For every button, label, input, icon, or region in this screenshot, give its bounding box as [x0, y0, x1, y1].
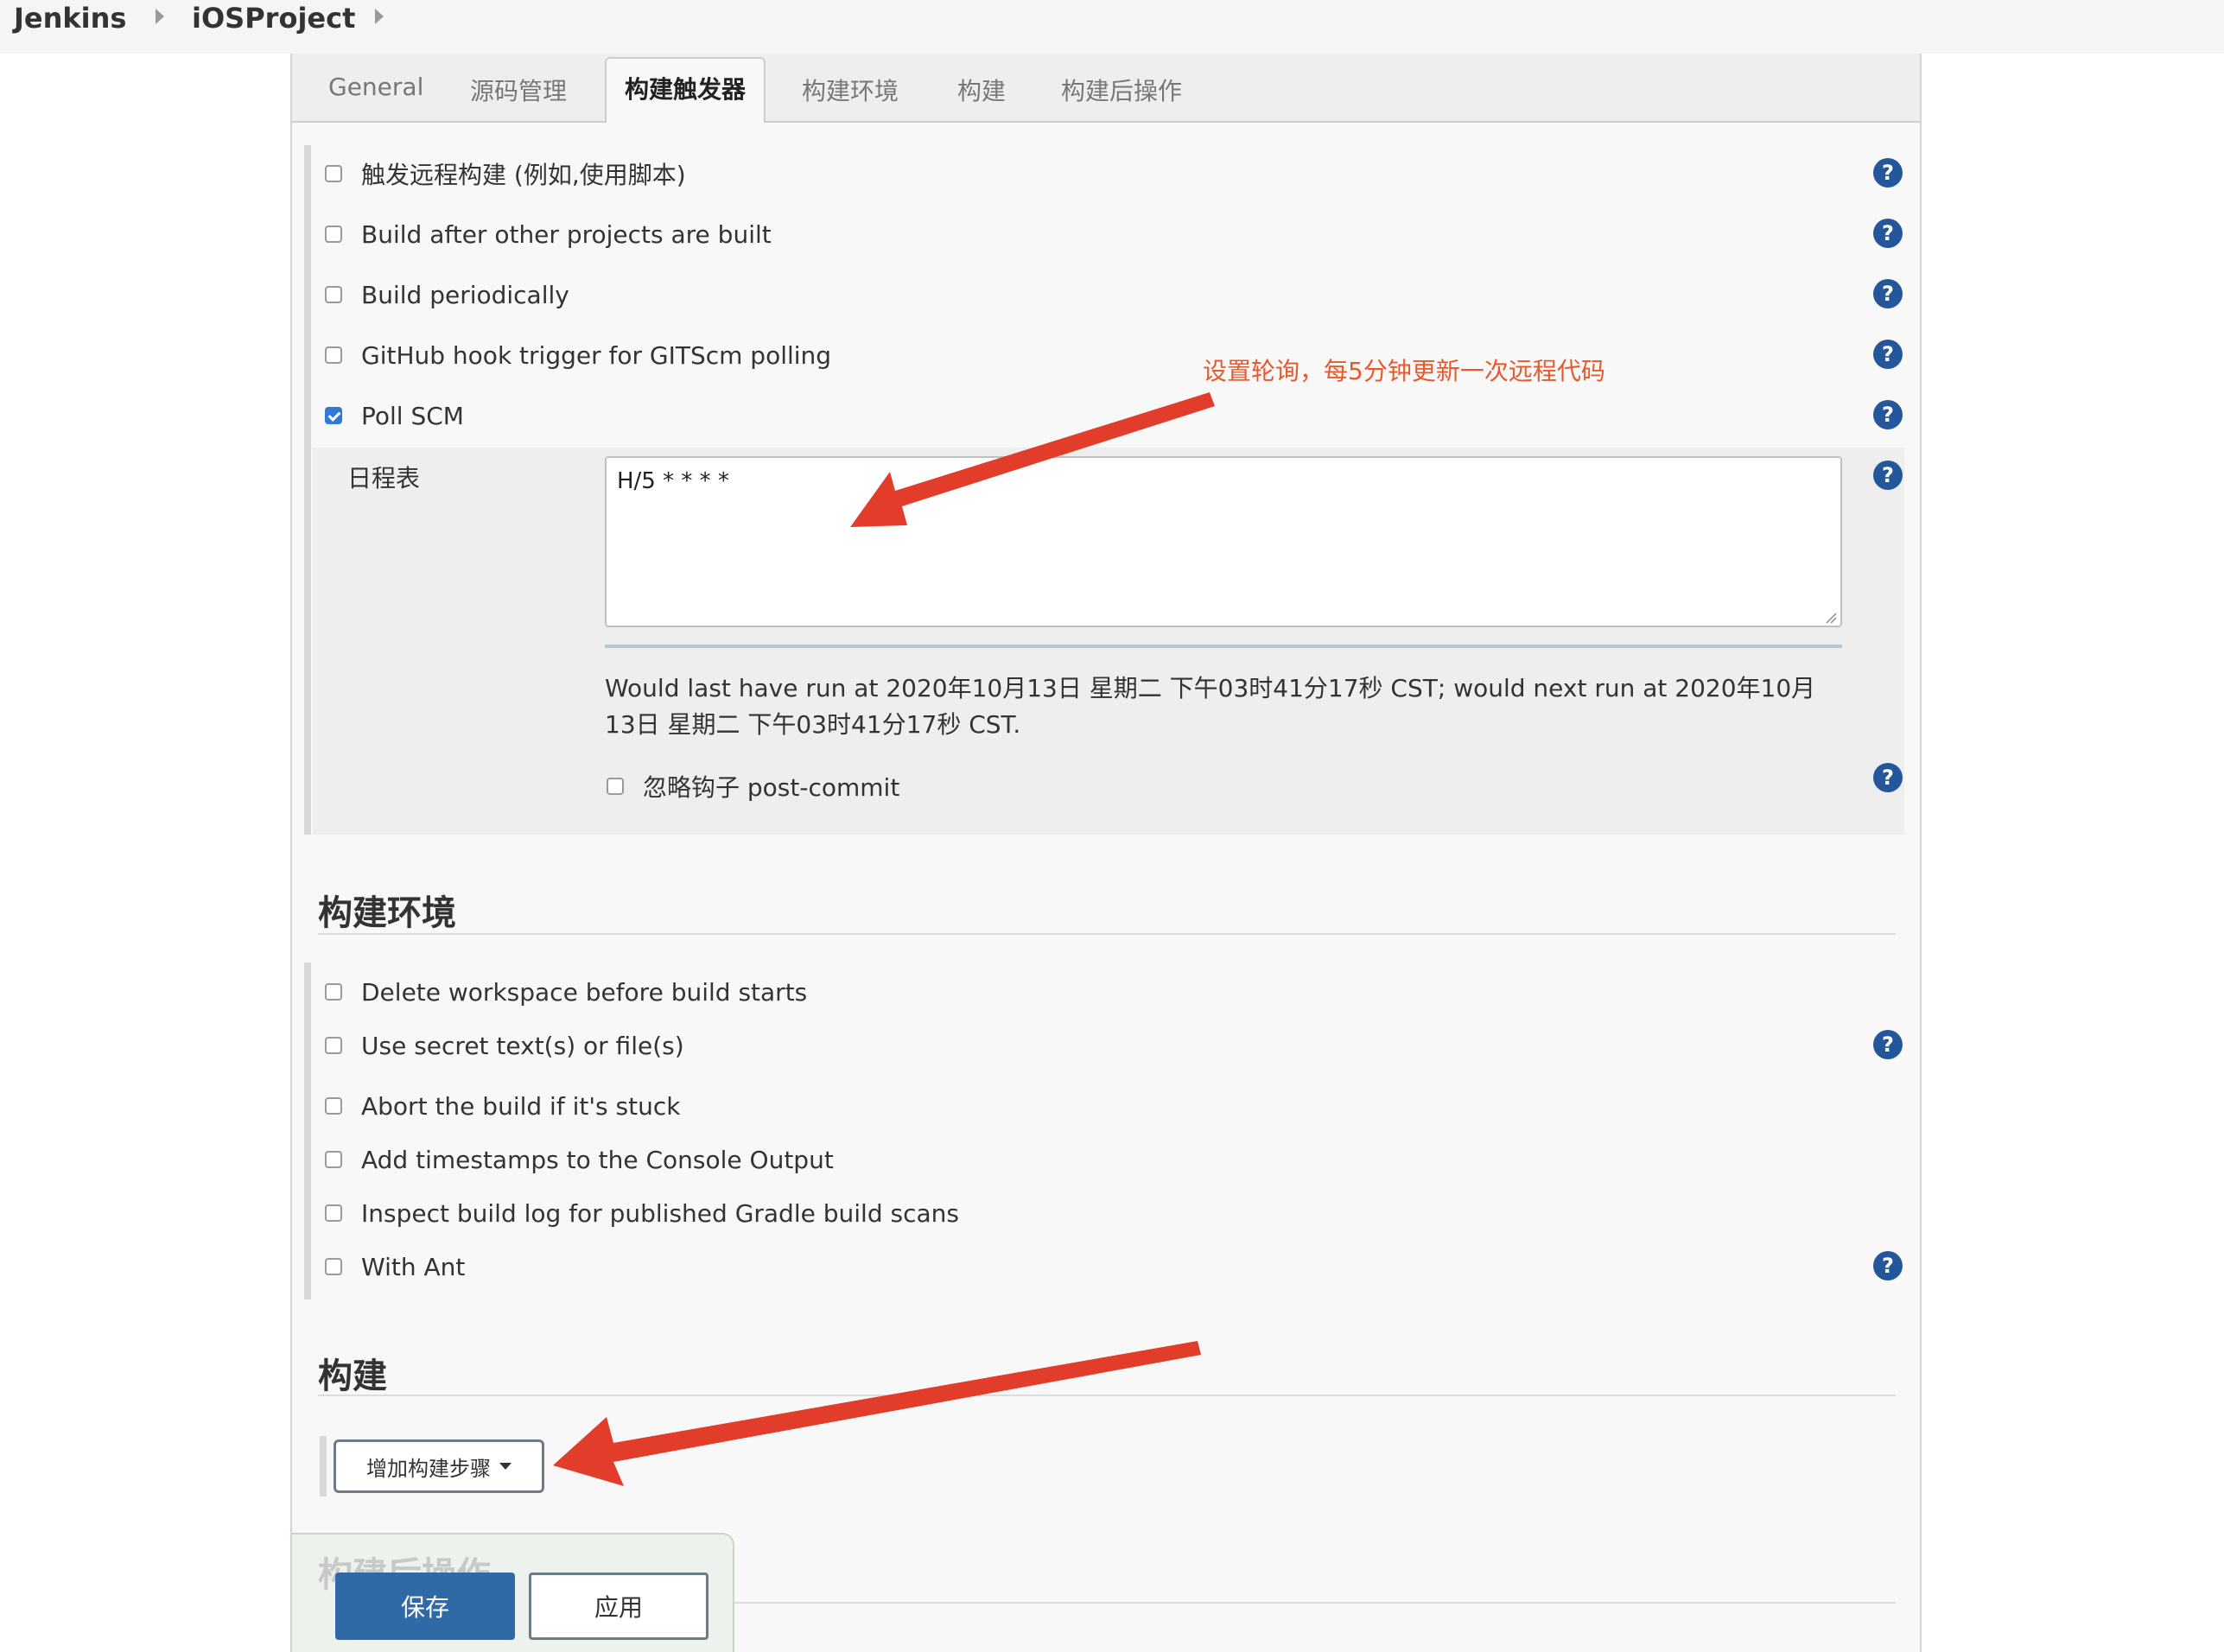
env-timestamps-row[interactable]: Add timestamps to the Console Output — [325, 1142, 834, 1177]
checkbox-label: Build after other projects are built — [361, 219, 772, 249]
section-divider — [318, 1395, 1896, 1396]
breadcrumb-separator-icon[interactable] — [375, 9, 384, 24]
env-gradle-scans-checkbox[interactable] — [325, 1204, 342, 1222]
checkbox-label: GitHub hook trigger for GITScm polling — [361, 340, 832, 370]
env-secret-text-row[interactable]: Use secret text(s) or file(s) — [325, 1028, 684, 1063]
help-icon[interactable]: ? — [1873, 340, 1903, 369]
env-delete-workspace-checkbox[interactable] — [325, 983, 342, 1001]
save-button[interactable]: 保存 — [335, 1573, 515, 1640]
env-secret-text-checkbox[interactable] — [325, 1037, 342, 1054]
section-indent-bar — [304, 963, 311, 1299]
section-divider — [318, 933, 1896, 935]
add-build-step-label: 增加构建步骤 — [366, 1456, 491, 1481]
env-with-ant-row[interactable]: With Ant — [325, 1249, 465, 1284]
tab-build-triggers[interactable]: 构建触发器 — [605, 57, 766, 123]
checkbox-label: Poll SCM — [361, 401, 464, 430]
checkbox-label: With Ant — [361, 1252, 466, 1281]
help-icon[interactable]: ? — [1873, 1251, 1903, 1280]
trigger-poll-scm-row[interactable]: Poll SCM — [325, 398, 464, 433]
section-title-build-environment: 构建环境 — [318, 893, 456, 933]
trigger-github-hook-row[interactable]: GitHub hook trigger for GITScm polling — [325, 338, 831, 372]
tab-post-build-actions[interactable]: 构建后操作 — [1061, 73, 1182, 107]
breadcrumb-separator-icon[interactable] — [156, 9, 164, 24]
schedule-preview-text: Would last have run at 2020年10月13日 星期二 下… — [605, 674, 1816, 739]
checkbox-label: Use secret text(s) or file(s) — [361, 1031, 684, 1060]
breadcrumb-project[interactable]: iOSProject — [192, 2, 355, 35]
help-icon[interactable]: ? — [1873, 1030, 1903, 1059]
apply-button[interactable]: 应用 — [529, 1573, 709, 1640]
trigger-build-periodically-checkbox[interactable] — [325, 286, 342, 303]
section-indent-bar — [304, 145, 311, 835]
section-indent-bar — [320, 1436, 327, 1496]
tab-general[interactable]: General — [328, 73, 423, 101]
env-with-ant-checkbox[interactable] — [325, 1258, 342, 1275]
trigger-after-other-projects-row[interactable]: Build after other projects are built — [325, 217, 772, 251]
help-icon[interactable]: ? — [1873, 763, 1903, 792]
trigger-build-periodically-row[interactable]: Build periodically — [325, 277, 569, 312]
checkbox-label: Abort the build if it's stuck — [361, 1091, 681, 1121]
trigger-after-other-projects-checkbox[interactable] — [325, 226, 342, 243]
ignore-post-commit-row[interactable]: 忽略钩子 post-commit — [607, 769, 899, 804]
checkbox-label: Inspect build log for published Gradle b… — [361, 1198, 959, 1228]
tab-build-environment[interactable]: 构建环境 — [802, 73, 899, 107]
tab-build[interactable]: 构建 — [957, 73, 1006, 107]
breadcrumb-jenkins[interactable]: Jenkins — [14, 2, 126, 35]
help-icon[interactable]: ? — [1873, 219, 1903, 248]
chevron-down-icon — [499, 1463, 512, 1470]
section-title-build: 构建 — [318, 1357, 387, 1396]
checkbox-label: Delete workspace before build starts — [361, 977, 808, 1007]
env-timestamps-checkbox[interactable] — [325, 1151, 342, 1168]
env-delete-workspace-row[interactable]: Delete workspace before build starts — [325, 975, 807, 1009]
checkbox-label: Add timestamps to the Console Output — [361, 1145, 834, 1174]
checkbox-label: Build periodically — [361, 280, 569, 309]
env-abort-stuck-checkbox[interactable] — [325, 1097, 342, 1115]
help-icon[interactable]: ? — [1873, 158, 1903, 187]
trigger-poll-scm-checkbox[interactable] — [325, 407, 342, 424]
schedule-input[interactable]: H/5 * * * * — [605, 456, 1842, 627]
resize-grip-icon[interactable] — [1825, 612, 1837, 624]
trigger-github-hook-checkbox[interactable] — [325, 346, 342, 364]
add-build-step-button[interactable]: 增加构建步骤 — [334, 1439, 544, 1493]
env-abort-stuck-row[interactable]: Abort the build if it's stuck — [325, 1089, 680, 1123]
schedule-validation-bar — [605, 645, 1842, 648]
help-icon[interactable]: ? — [1873, 461, 1903, 490]
trigger-remote-build-row[interactable]: 触发远程构建 (例如,使用脚本) — [325, 156, 686, 191]
env-gradle-scans-row[interactable]: Inspect build log for published Gradle b… — [325, 1196, 959, 1230]
annotation-text: 设置轮询，每5分钟更新一次远程代码 — [1203, 357, 1605, 385]
schedule-label: 日程表 — [347, 464, 421, 492]
trigger-remote-build-checkbox[interactable] — [325, 165, 342, 182]
help-icon[interactable]: ? — [1873, 400, 1903, 429]
checkbox-label: 忽略钩子 post-commit — [643, 773, 900, 802]
tab-source-code-management[interactable]: 源码管理 — [470, 73, 567, 107]
checkbox-label: 触发远程构建 (例如,使用脚本) — [361, 161, 686, 189]
ignore-post-commit-checkbox[interactable] — [607, 778, 624, 795]
help-icon[interactable]: ? — [1873, 279, 1903, 308]
